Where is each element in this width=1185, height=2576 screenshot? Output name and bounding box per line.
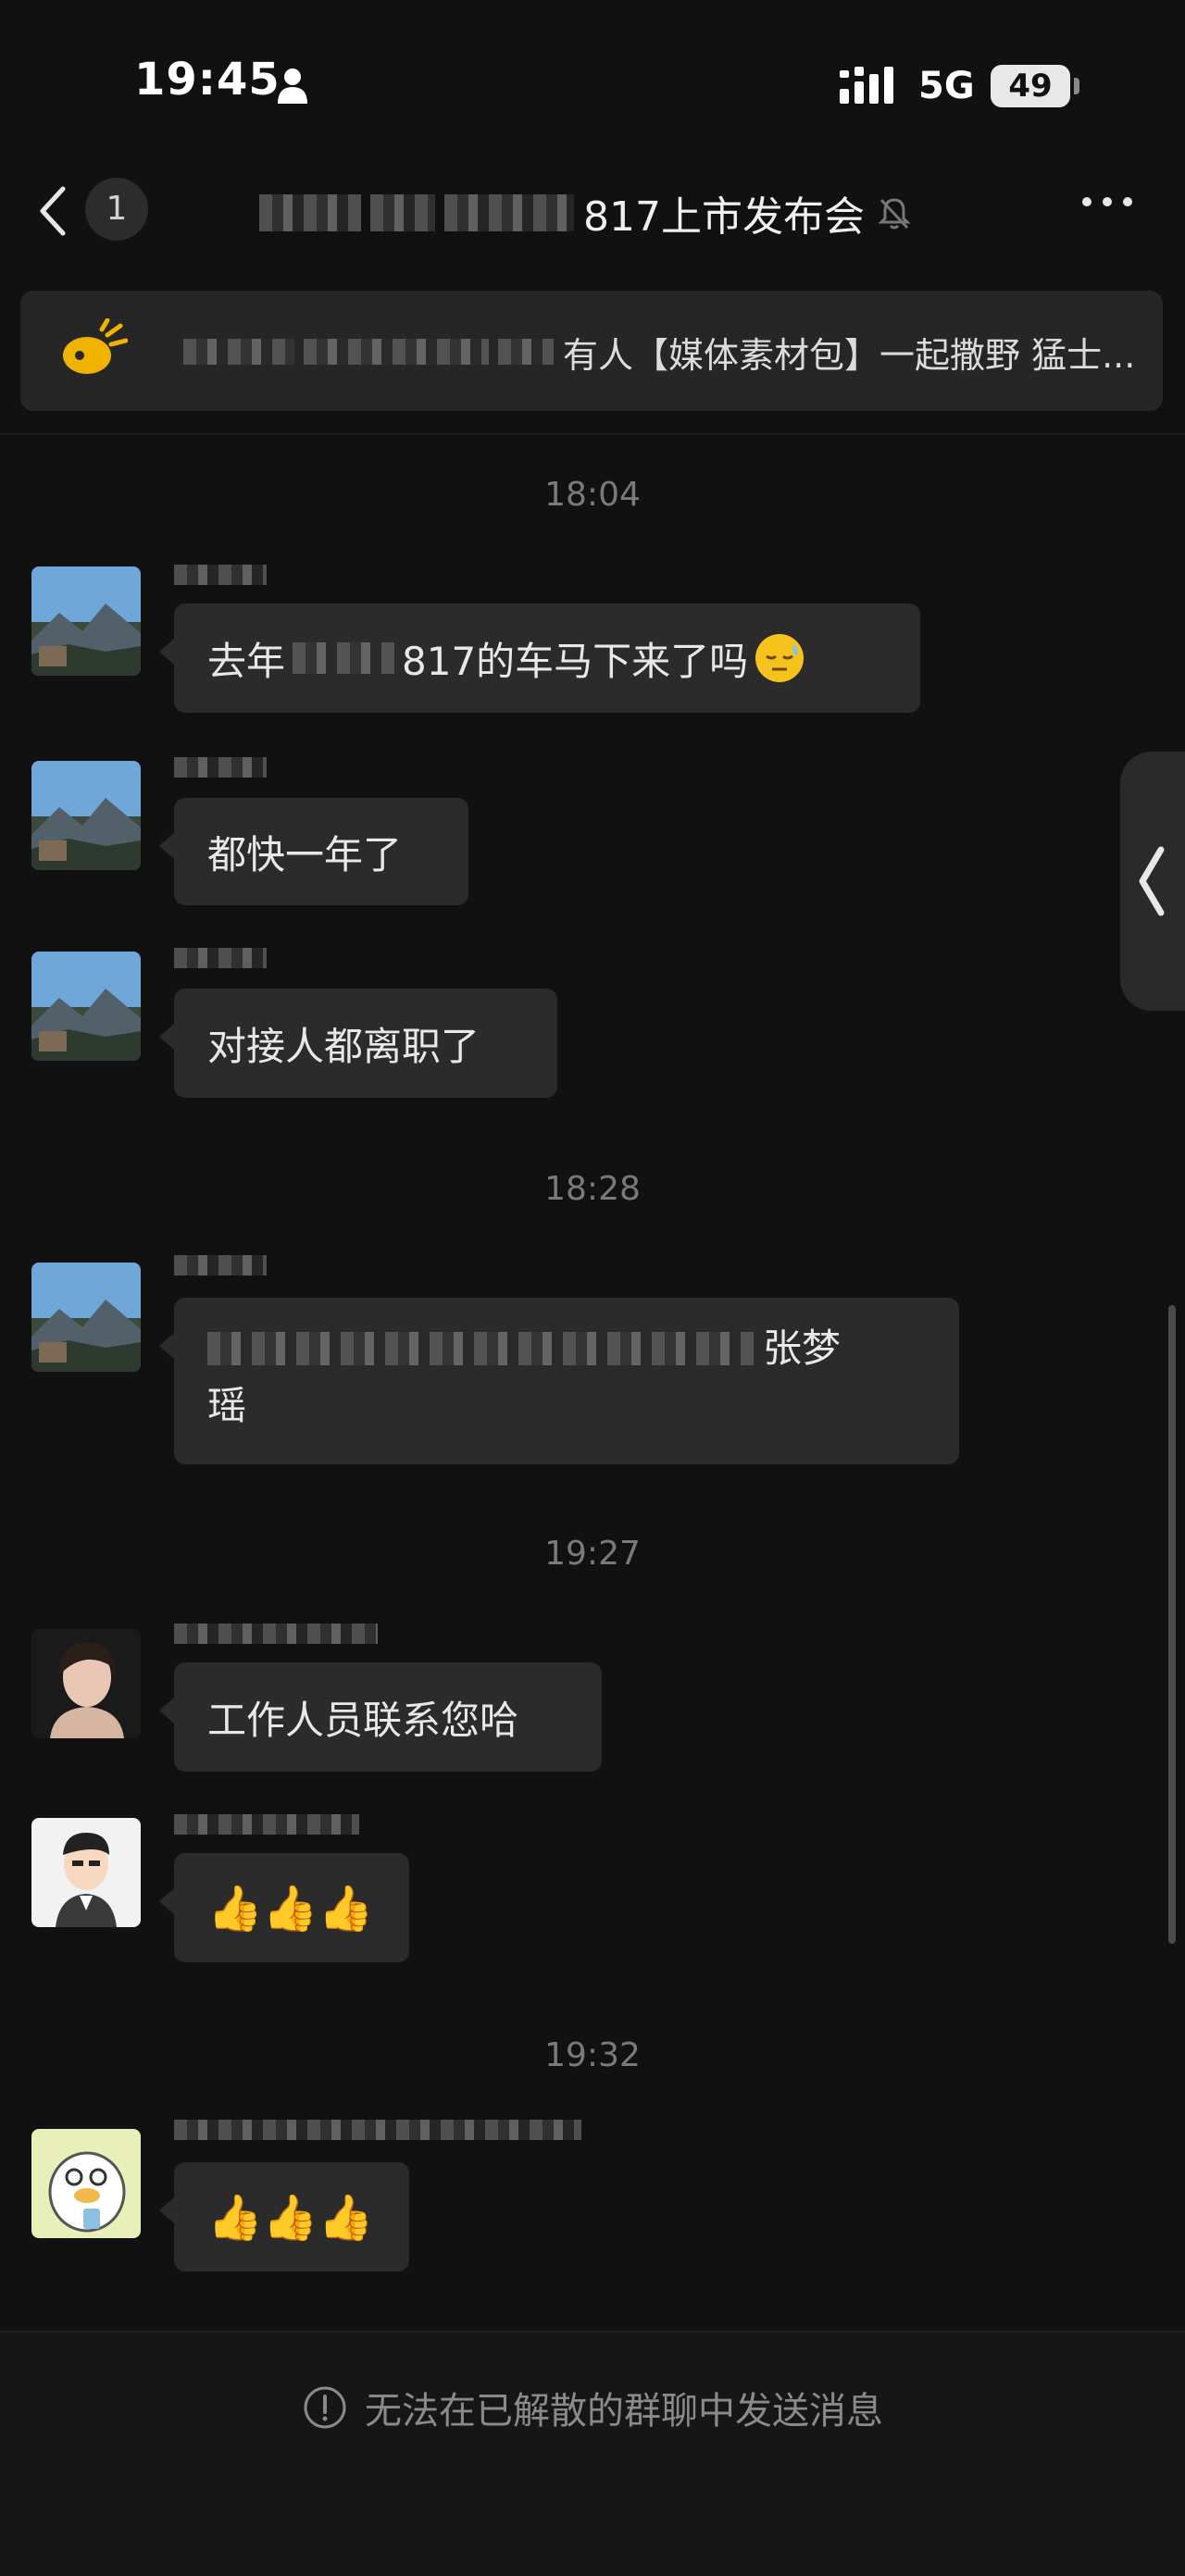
mute-bell-icon [878,198,911,230]
avatar[interactable] [31,1818,141,1927]
battery-tip [1074,78,1079,94]
redacted-text [183,339,294,365]
portrait-avatar-image [31,1629,141,1738]
avatar[interactable] [31,1263,141,1372]
redacted-sender [174,1814,359,1835]
disabled-input-notice: 无法在已解散的群聊中发送消息 [0,2381,1185,2434]
message-bubble[interactable]: 工作人员联系您哈 [159,1662,602,1772]
redacted-title-part [370,194,435,231]
redacted-sender [174,565,267,585]
message-bubble[interactable]: 张梦 瑶 [159,1298,959,1464]
redacted-text [293,642,395,674]
message-bubble[interactable]: 都快一年了 [159,798,468,905]
sender-name [174,1255,267,1285]
message-text: 去年 [207,638,286,684]
time-separator: 19:27 [544,1535,641,1573]
sender-name [174,565,267,594]
avatar[interactable] [31,952,141,1061]
time-separator: 18:04 [544,476,641,514]
mountain-avatar-image [31,952,141,1061]
redacted-sender [174,2120,581,2140]
chat-title[interactable]: 817上市发布会 [259,185,963,241]
mountain-avatar-image [31,1263,141,1372]
network-label: 5G [918,65,975,107]
sender-name [174,1624,396,1653]
avatar[interactable] [31,2129,141,2238]
redacted-title-part [444,194,574,231]
scrollbar[interactable] [1168,1305,1176,1944]
message-text: 817的车马下来了吗 [402,638,749,684]
message-bubble[interactable]: 对接人都离职了 [159,989,557,1098]
redacted-text [498,339,554,365]
message-text: 瑶 [207,1383,247,1428]
mountain-avatar-image [31,566,141,676]
redacted-sender [174,757,267,778]
sender-name [174,1814,378,1844]
message-text: 张梦 [763,1325,842,1371]
battery-indicator: 49 [991,65,1070,107]
cartoon-man-avatar-image [31,1818,141,1927]
sender-name [174,757,267,787]
sender-name [174,2120,618,2149]
redacted-text [207,1332,754,1365]
status-time: 19:45 [134,54,281,106]
sender-name [174,948,267,977]
side-panel-handle[interactable] [1120,752,1185,1011]
person-icon [278,68,307,104]
sleepy-emoji-icon [755,634,805,682]
avatar[interactable] [31,566,141,676]
message-bubble[interactable]: 👍👍👍 [159,1853,409,1962]
mountain-avatar-image [31,761,141,870]
redacted-title-part [259,194,361,231]
status-bar: 19:45 5G 49 [0,0,1185,157]
megaphone-icon [63,318,128,374]
avatar[interactable] [31,1629,141,1738]
announcement-content: 有人【媒体素材包】一起撒野 猛士... [183,324,1146,380]
chat-header: 1 817上市发布会 [0,157,1185,268]
chat-title-text: 817上市发布会 [583,193,865,241]
footer-notice-text: 无法在已解散的群聊中发送消息 [365,2390,883,2433]
message-bubble[interactable]: 👍👍👍 [159,2162,409,2271]
message-text-block: 张梦 瑶 [207,1320,841,1435]
avatar[interactable] [31,761,141,870]
chat-footer: 无法在已解散的群聊中发送消息 [0,2331,1185,2576]
redacted-text [304,339,489,365]
group-announcement[interactable]: 有人【媒体素材包】一起撒野 猛士... [20,291,1163,411]
message-bubble[interactable]: 去年 817的车马下来了吗 [159,604,920,713]
header-divider [0,433,1185,435]
chevron-left-icon [1139,846,1165,916]
back-arrow-icon[interactable] [35,183,72,239]
redacted-sender [174,1255,267,1276]
more-icon[interactable] [1079,193,1135,211]
redacted-sender [174,1624,378,1644]
signal-icon [840,67,893,104]
duck-avatar-image [31,2129,141,2238]
unread-count-badge[interactable]: 1 [85,178,148,241]
time-separator: 18:28 [544,1170,641,1208]
info-icon [304,2386,346,2429]
redacted-sender [174,948,267,968]
time-separator: 19:32 [544,2036,641,2074]
announcement-text: 有人【媒体素材包】一起撒野 猛士... [563,334,1136,376]
